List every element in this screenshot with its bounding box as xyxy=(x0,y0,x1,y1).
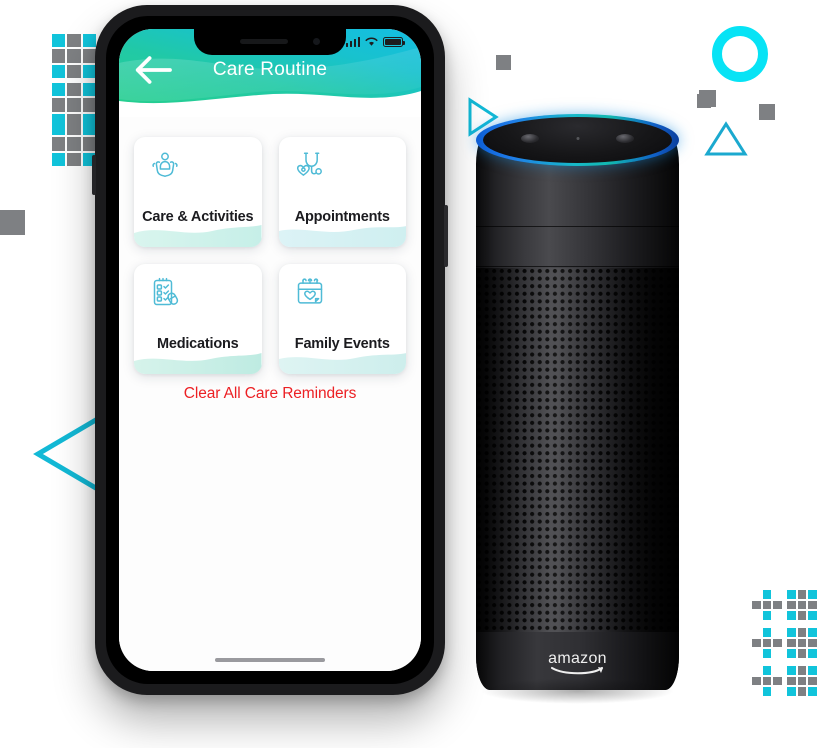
calendar-heart-icon xyxy=(293,276,327,310)
amazon-smile-icon xyxy=(550,666,603,675)
card-appointments[interactable]: Appointments xyxy=(278,137,406,247)
dot-grid-bottom-right xyxy=(787,628,817,658)
card-wave-decor xyxy=(278,223,406,247)
dot-grid-bottom-right xyxy=(787,590,817,620)
care-card-grid: Care & Activities Appointments Medicatio… xyxy=(119,117,421,374)
wifi-icon xyxy=(365,37,378,46)
front-camera-icon xyxy=(313,38,320,45)
phone-screen: Care Routine Care & Activities Appointme… xyxy=(119,29,421,671)
dot-grid-top-left xyxy=(52,34,96,78)
dot-grid-top-left xyxy=(52,122,96,166)
echo-top-panel xyxy=(476,108,679,168)
card-medications[interactable]: Medications xyxy=(134,264,262,374)
back-button[interactable] xyxy=(131,53,175,87)
microphone-dot xyxy=(576,137,579,140)
ring-outline-top-right xyxy=(712,26,768,82)
home-indicator[interactable] xyxy=(215,658,325,662)
card-wave-decor xyxy=(278,350,406,374)
app-content: Care & Activities Appointments Medicatio… xyxy=(119,117,421,671)
smartphone-mockup: Care Routine Care & Activities Appointme… xyxy=(92,5,448,695)
square-mid-right xyxy=(697,94,711,108)
speaker-grille xyxy=(476,268,679,632)
card-wave-decor xyxy=(134,350,262,374)
back-arrow-icon xyxy=(135,56,172,84)
signal-bars-icon xyxy=(345,37,360,47)
earpiece-speaker xyxy=(240,39,288,44)
illustration-stage: amazon Care Routine Care & Activities Ap… xyxy=(0,0,825,748)
echo-cylinder: amazon xyxy=(476,130,679,690)
dot-grid-bottom-right xyxy=(752,590,782,620)
square-left-edge xyxy=(0,210,25,235)
dot-grid-bottom-right xyxy=(752,628,782,658)
dot-grid-bottom-right xyxy=(752,666,782,696)
clear-all-care-reminders-link[interactable]: Clear All Care Reminders xyxy=(119,385,421,403)
dot-grid-top-left xyxy=(52,83,96,127)
action-button[interactable] xyxy=(521,134,539,143)
card-wave-decor xyxy=(134,223,262,247)
caring-hands-icon xyxy=(148,149,182,183)
square-mid-right xyxy=(759,104,775,120)
battery-full-icon xyxy=(383,37,405,47)
phone-notch xyxy=(194,29,346,55)
square-top-right xyxy=(496,55,511,70)
card-family-events[interactable]: Family Events xyxy=(278,264,406,374)
stethoscope-heart-icon xyxy=(293,149,327,183)
card-care-activities[interactable]: Care & Activities xyxy=(134,137,262,247)
dot-grid-bottom-right xyxy=(787,666,817,696)
triangle-outline-top-right xyxy=(704,121,748,156)
mic-mute-button[interactable] xyxy=(616,134,634,143)
echo-top-face xyxy=(483,117,672,163)
medication-checklist-icon xyxy=(148,276,182,310)
amazon-echo-device: amazon xyxy=(470,108,685,704)
